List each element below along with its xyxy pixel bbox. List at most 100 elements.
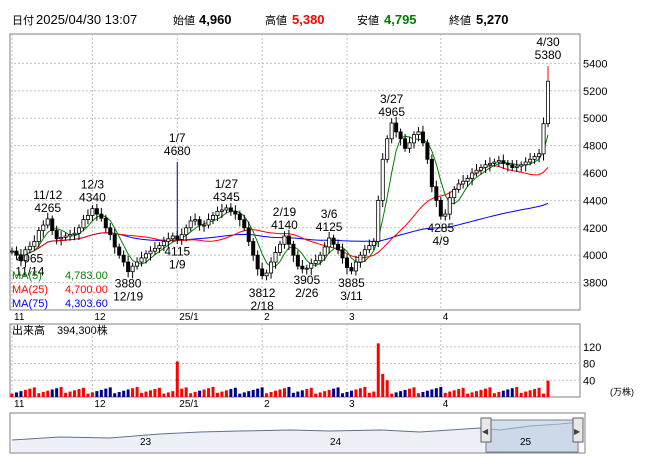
volume-bar	[50, 389, 54, 397]
volume-bar	[461, 387, 465, 397]
volume-bar	[238, 393, 242, 397]
candle-body	[233, 210, 238, 215]
candle-body	[487, 163, 492, 166]
volume-bar	[439, 386, 443, 397]
navigator-selection[interactable]	[485, 419, 579, 453]
candle-body	[286, 235, 291, 245]
high-annotation-value: 4340	[79, 191, 106, 205]
high-annotation-value: 4965	[378, 105, 405, 119]
ma75-value: 4,303.60	[65, 298, 108, 310]
open-value: 4,960	[199, 12, 232, 27]
volume-bar	[117, 391, 121, 397]
candle-body	[242, 219, 247, 229]
candle-body	[197, 219, 202, 226]
volume-bar	[381, 373, 385, 397]
volume-bar	[533, 389, 537, 397]
candle-body	[81, 219, 86, 229]
volume-bar	[198, 390, 202, 397]
volume-bar	[349, 390, 353, 397]
candle-body	[461, 180, 466, 185]
x-tick-label: 2	[264, 312, 270, 323]
candle-body	[398, 131, 403, 140]
volume-unit: (万株)	[610, 386, 634, 397]
candle-body	[528, 158, 533, 163]
x-tick-label: 12	[94, 312, 106, 323]
volume-bar	[479, 389, 483, 397]
candle-body	[179, 234, 184, 240]
low-annotation-date: 3/11	[340, 289, 363, 303]
candle-body	[108, 227, 113, 236]
volume-bar	[309, 387, 313, 397]
candle-body	[41, 224, 46, 231]
ma-legend: MA(5) 4,783.00 MA(25) 4,700.00 MA(75) 4,…	[12, 270, 108, 310]
candle-body	[237, 213, 242, 220]
candle-body	[492, 161, 497, 164]
volume-bar	[367, 392, 371, 397]
volume-bar	[10, 393, 14, 397]
volume-bar	[55, 388, 59, 397]
candle-body	[117, 246, 122, 256]
candle-body	[519, 164, 524, 167]
volume-bar	[510, 388, 514, 397]
high-annotation-value: 4345	[213, 190, 240, 204]
volume-bar	[501, 390, 505, 397]
close-value: 5,270	[476, 12, 509, 27]
candle-body	[157, 245, 162, 249]
x-tick-label: 25/1	[179, 312, 199, 323]
volume-x-tick-label: 2	[264, 399, 270, 410]
candle-body	[322, 246, 327, 256]
ma25-value: 4,700.00	[65, 284, 108, 296]
candle-body	[309, 263, 314, 269]
high-value: 5,380	[292, 12, 325, 27]
volume-bar	[23, 389, 27, 397]
candle-body	[273, 252, 278, 263]
candle-body	[219, 209, 224, 212]
volume-bar	[86, 393, 90, 397]
volume-bar	[274, 390, 278, 397]
volume-bar	[171, 391, 175, 397]
candle-body	[456, 183, 461, 190]
volume-bar	[524, 391, 528, 397]
volume-bar	[113, 393, 117, 397]
volume-bar	[220, 391, 224, 397]
stock-chart: 日付 2025/04/30 13:07 始値 4,960 高値 5,380 安値…	[9, 12, 634, 454]
volume-bar	[358, 388, 362, 397]
price-tick-label: 4800	[583, 141, 607, 153]
volume-bar	[247, 391, 251, 397]
volume-bar	[122, 390, 126, 397]
date-label: 日付	[12, 14, 34, 27]
close-label: 終値	[449, 13, 471, 27]
volume-bar	[162, 393, 166, 397]
volume-bar	[180, 388, 184, 397]
candle-body	[90, 208, 95, 216]
volume-bar	[99, 389, 103, 397]
candle-body	[496, 160, 501, 163]
volume-bar	[90, 392, 94, 397]
candle-body	[45, 218, 50, 226]
candle-body	[85, 215, 90, 220]
candle-body	[130, 265, 135, 273]
volume-x-tick-label: 11	[14, 399, 25, 410]
candle-body	[215, 210, 220, 216]
candle-body	[103, 217, 108, 229]
volume-bar	[77, 389, 81, 397]
candle-body	[36, 230, 41, 242]
high-annotation-date: 3/6	[321, 207, 338, 221]
navigator-year-25: 25	[520, 437, 532, 448]
volume-tick-label: 120	[583, 342, 601, 354]
low-annotation-value: 3905	[293, 273, 320, 287]
volume-bar	[506, 389, 510, 397]
candle-body	[331, 237, 336, 245]
high-annotation-value: 4265	[34, 201, 61, 215]
volume-bar	[448, 391, 452, 397]
candle-body	[143, 253, 148, 259]
candle-body	[112, 234, 117, 248]
volume-x-tick-label: 3	[349, 399, 355, 410]
volume-bar	[515, 386, 519, 397]
navigator[interactable]: ◀ ▶ 23 24 25	[9, 412, 586, 454]
volume-bar	[528, 390, 532, 397]
candle-body	[255, 254, 260, 270]
volume-bar	[466, 393, 470, 397]
volume-bar	[202, 389, 206, 397]
candle-body	[532, 156, 537, 160]
